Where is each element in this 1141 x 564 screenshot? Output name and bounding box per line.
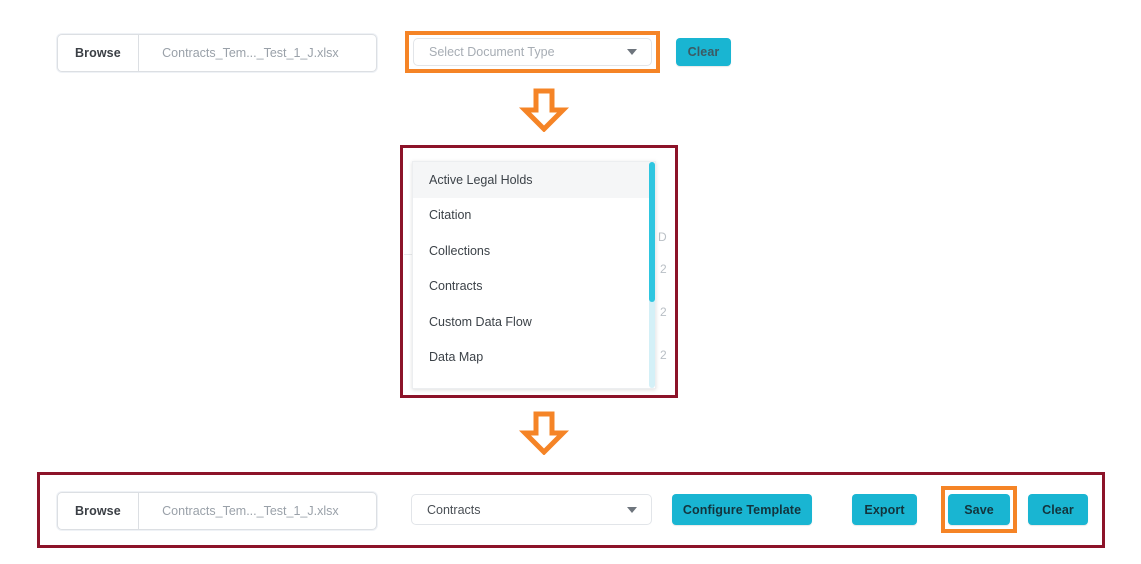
background-fragment-3: 2 <box>660 348 667 362</box>
selected-file-name-bottom: Contracts_Tem..._Test_1_J.xlsx <box>162 504 339 518</box>
document-type-select-top-value: Select Document Type <box>429 45 555 59</box>
dropdown-option-contracts[interactable]: Contracts <box>413 269 655 305</box>
bottom-file-control[interactable]: Browse Contracts_Tem..._Test_1_J.xlsx <box>57 492 377 530</box>
dropdown-option-list[interactable]: Active Legal Holds Citation Collections … <box>413 162 655 388</box>
selected-file-name: Contracts_Tem..._Test_1_J.xlsx <box>162 46 339 60</box>
clear-button-top[interactable]: Clear <box>676 38 731 66</box>
dropdown-option-data-map[interactable]: Data Map <box>413 340 655 376</box>
document-type-select-top[interactable]: Select Document Type <box>413 38 652 66</box>
flow-arrow-top <box>518 88 570 132</box>
dropdown-option-collections[interactable]: Collections <box>413 233 655 269</box>
configure-template-button[interactable]: Configure Template <box>672 494 812 525</box>
background-fragment-0: D <box>658 230 667 244</box>
flow-arrow-bottom <box>518 411 570 455</box>
dropdown-option-citation[interactable]: Citation <box>413 198 655 234</box>
dropdown-scrollbar-track[interactable] <box>649 162 655 388</box>
save-button[interactable]: Save <box>948 494 1010 525</box>
document-type-dropdown-panel[interactable]: Active Legal Holds Citation Collections … <box>412 161 656 389</box>
export-button[interactable]: Export <box>852 494 917 525</box>
browse-button[interactable]: Browse <box>58 35 139 71</box>
document-type-select-bottom[interactable]: Contracts <box>411 494 652 525</box>
clear-button-bottom[interactable]: Clear <box>1028 494 1088 525</box>
document-type-select-bottom-value: Contracts <box>427 502 481 517</box>
browse-button-bottom[interactable]: Browse <box>58 493 139 529</box>
dropdown-scrollbar-thumb[interactable] <box>649 162 655 302</box>
background-fragment-1: 2 <box>660 262 667 276</box>
chevron-down-icon <box>627 506 637 513</box>
chevron-down-icon <box>627 49 637 55</box>
dropdown-option-custom-data-flow[interactable]: Custom Data Flow <box>413 304 655 340</box>
dropdown-option-active-legal-holds[interactable]: Active Legal Holds <box>413 162 655 198</box>
background-fragment-2: 2 <box>660 305 667 319</box>
top-file-control[interactable]: Browse Contracts_Tem..._Test_1_J.xlsx <box>57 34 377 72</box>
down-arrow-icon <box>518 88 570 132</box>
down-arrow-icon <box>518 411 570 455</box>
